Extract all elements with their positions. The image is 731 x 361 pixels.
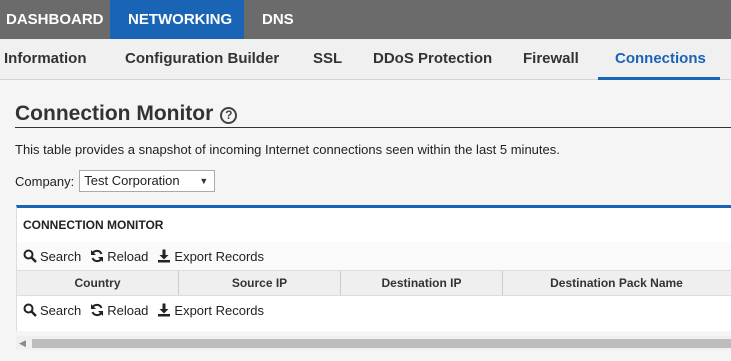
search-label: Search — [40, 248, 82, 264]
panel-toolbar-top: Search Reload Export Records — [17, 242, 731, 270]
download-icon — [158, 249, 171, 263]
reload-icon — [91, 249, 104, 263]
tab-dashboard[interactable]: DASHBOARD — [0, 0, 110, 39]
tab-networking[interactable]: NETWORKING — [110, 0, 244, 39]
active-tab-indicator — [598, 77, 720, 80]
reload-icon — [91, 303, 104, 317]
chevron-down-icon: ▼ — [199, 176, 209, 186]
search-icon — [23, 249, 37, 263]
reload-label: Reload — [107, 302, 149, 318]
reload-button-bottom[interactable]: Reload — [90, 303, 148, 318]
company-label: Company: — [15, 173, 75, 189]
column-header-destination-pack-name[interactable]: Destination Pack Name — [503, 271, 730, 295]
page-description: This table provides a snapshot of incomi… — [15, 142, 560, 157]
subtab-connections[interactable]: Connections — [615, 39, 706, 79]
export-records-label: Export Records — [174, 248, 264, 264]
title-divider — [15, 127, 731, 128]
export-records-button-bottom[interactable]: Export Records — [157, 303, 264, 318]
horizontal-scrollbar[interactable]: ◀ — [16, 336, 731, 350]
download-icon — [158, 303, 171, 317]
scroll-left-icon[interactable]: ◀ — [19, 338, 26, 349]
search-button[interactable]: Search — [23, 249, 81, 264]
top-nav: DASHBOARD NETWORKING DNS — [0, 0, 731, 39]
page-title-text: Connection Monitor — [15, 102, 214, 125]
help-icon[interactable]: ? — [220, 106, 238, 124]
subtab-ddos-protection[interactable]: DDoS Protection — [373, 39, 492, 79]
reload-label: Reload — [107, 248, 149, 264]
column-header-destination-ip[interactable]: Destination IP — [341, 271, 503, 295]
page-title: Connection Monitor ? — [15, 102, 238, 126]
table-header: Country Source IP Destination IP Destina… — [17, 270, 731, 296]
company-filter: Company: Test Corporation ▼ — [15, 170, 216, 192]
company-select-value: Test Corporation — [84, 173, 180, 188]
search-label: Search — [40, 302, 82, 318]
reload-button[interactable]: Reload — [90, 249, 148, 264]
company-select[interactable]: Test Corporation ▼ — [79, 170, 216, 192]
sub-nav: Information Configuration Builder SSL DD… — [0, 39, 731, 80]
export-records-label: Export Records — [174, 302, 264, 318]
tab-dns[interactable]: DNS — [244, 0, 312, 39]
search-button-bottom[interactable]: Search — [23, 303, 81, 318]
column-header-country[interactable]: Country — [17, 271, 179, 295]
panel-heading: CONNECTION MONITOR — [23, 218, 164, 232]
subtab-firewall[interactable]: Firewall — [523, 39, 579, 79]
export-records-button[interactable]: Export Records — [157, 249, 264, 264]
panel-toolbar-bottom: Search Reload Export Records — [17, 296, 731, 324]
subtab-ssl[interactable]: SSL — [313, 39, 342, 79]
subtab-information[interactable]: Information — [4, 39, 87, 79]
column-header-source-ip[interactable]: Source IP — [179, 271, 341, 295]
scrollbar-thumb[interactable] — [32, 339, 731, 348]
search-icon — [23, 303, 37, 317]
connection-monitor-panel: CONNECTION MONITOR Search Reload Export … — [16, 205, 731, 331]
subtab-configuration-builder[interactable]: Configuration Builder — [125, 39, 279, 79]
